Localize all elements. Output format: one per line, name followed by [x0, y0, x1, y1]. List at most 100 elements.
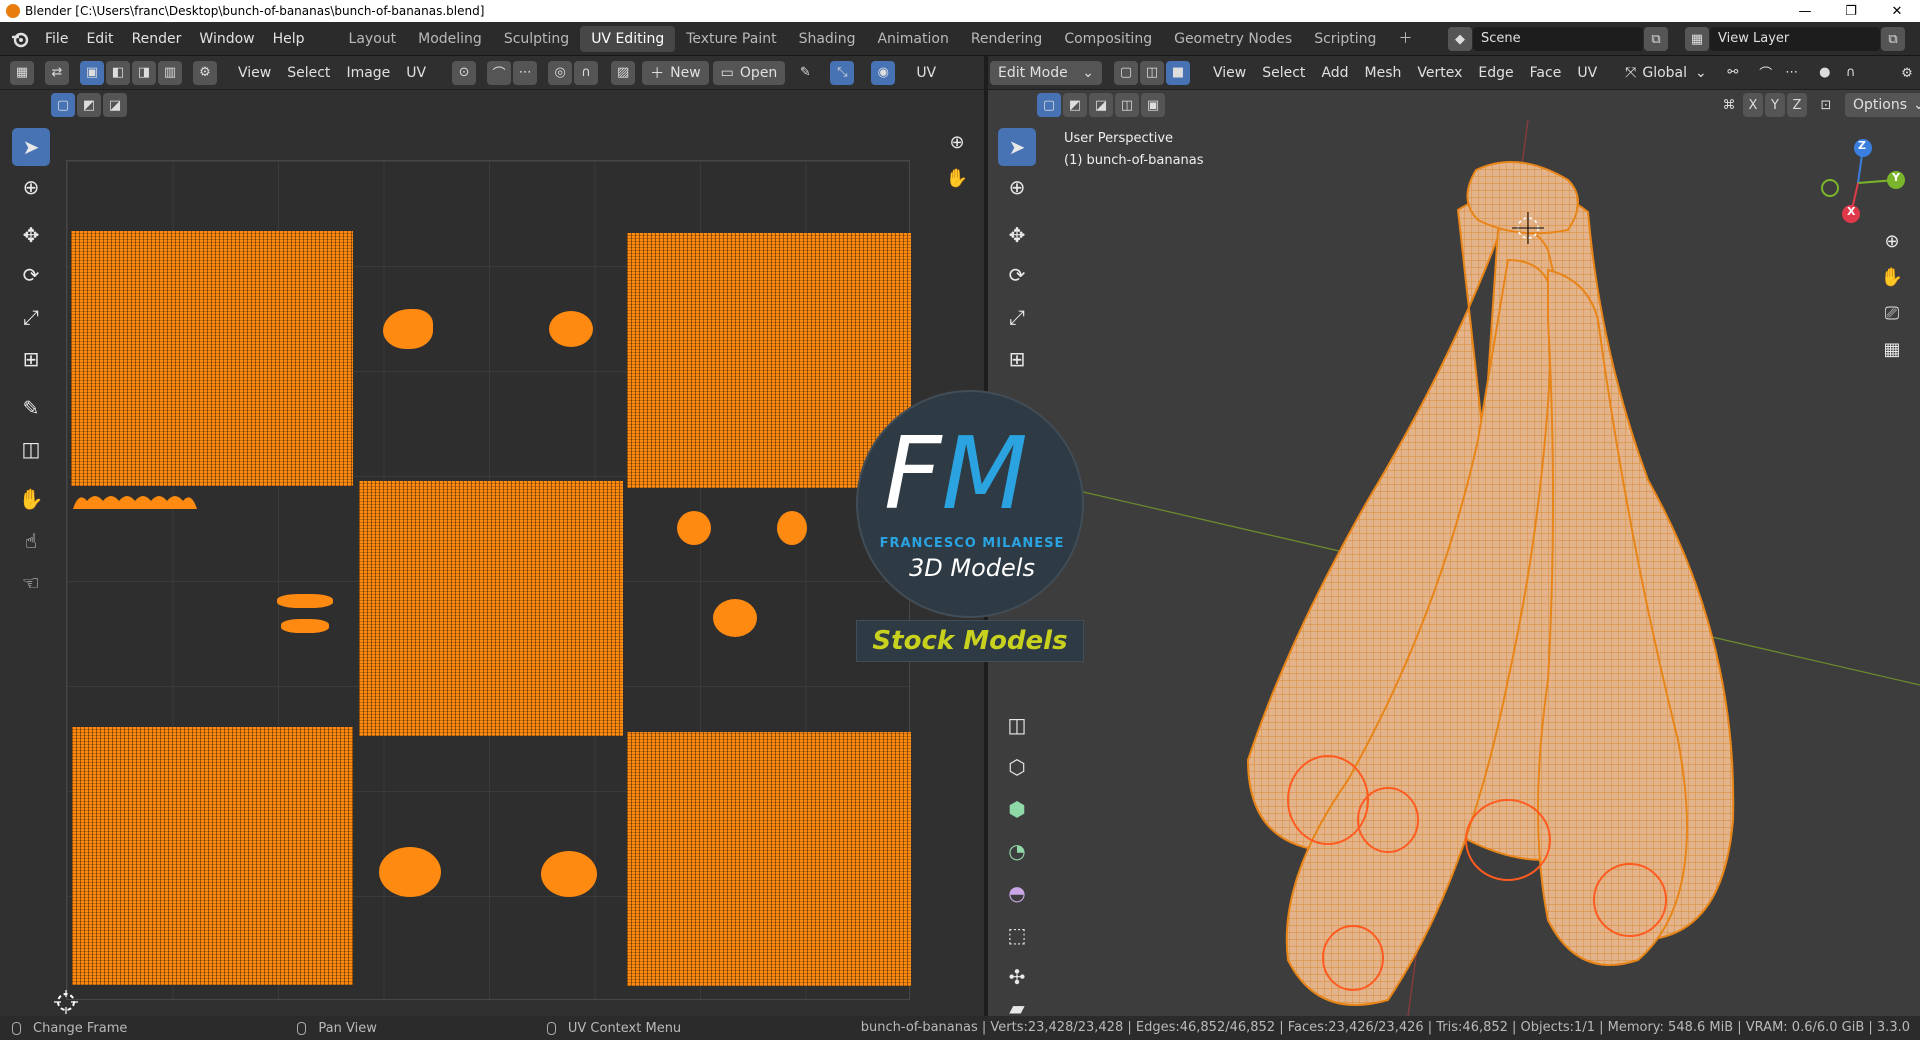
viewport-options-icon[interactable]: ⚙: [1894, 61, 1920, 85]
annotate-tool[interactable]: ✎: [12, 389, 50, 427]
uv-menu-image[interactable]: Image: [338, 61, 398, 85]
uv-island[interactable]: [713, 599, 757, 637]
poly-build-tool[interactable]: ⬢: [998, 790, 1036, 828]
pan-hand-icon[interactable]: ✋: [940, 161, 974, 195]
pin-icon[interactable]: ✎: [793, 61, 817, 85]
vp-menu-vertex[interactable]: Vertex: [1409, 61, 1470, 85]
tab-animation[interactable]: Animation: [866, 26, 959, 52]
ortho-grid-icon[interactable]: ▦: [1875, 332, 1909, 366]
menu-help[interactable]: Help: [264, 26, 314, 52]
uv-island[interactable]: [627, 732, 911, 986]
uv-island[interactable]: [677, 511, 711, 545]
vp-menu-select[interactable]: Select: [1254, 61, 1313, 85]
vp-pan-hand-icon[interactable]: ✋: [1875, 260, 1909, 294]
move-tool[interactable]: ✥: [12, 216, 50, 254]
pinch-tool[interactable]: ☜: [12, 564, 50, 602]
vp-select-new-icon[interactable]: ▢: [1037, 93, 1061, 117]
new-scene-icon[interactable]: ⧉: [1644, 27, 1668, 51]
uv-island[interactable]: [541, 851, 597, 897]
vp-select-box-tool[interactable]: ➤: [998, 128, 1036, 166]
grab-tool[interactable]: ✋: [12, 480, 50, 518]
vp-transform-tool[interactable]: ⊞: [998, 340, 1036, 378]
tab-uv-editing[interactable]: UV Editing: [580, 25, 676, 52]
mirror-y-toggle[interactable]: Y: [1765, 93, 1785, 117]
menu-window[interactable]: Window: [190, 26, 263, 52]
proportional-edit-icon[interactable]: ●: [1813, 61, 1837, 85]
tab-texture-paint[interactable]: Texture Paint: [675, 26, 787, 52]
vp-select-extend-icon[interactable]: ◩: [1063, 93, 1087, 117]
maximize-button[interactable]: ❐: [1828, 0, 1874, 22]
2d-cursor-icon[interactable]: [54, 990, 78, 1014]
snap-target-icon[interactable]: ⋯: [513, 60, 538, 85]
vp-select-subtract-icon[interactable]: ◪: [1089, 93, 1113, 117]
new-view-layer-icon[interactable]: ⧉: [1881, 27, 1905, 51]
vp-select-invert-icon[interactable]: ◫: [1115, 93, 1139, 117]
mirror-x-toggle[interactable]: X: [1743, 93, 1763, 117]
menu-edit[interactable]: Edit: [77, 26, 122, 52]
uv-menu-uv[interactable]: UV: [398, 61, 434, 85]
proportional-icon[interactable]: ◎: [548, 60, 573, 85]
camera-view-icon[interactable]: ⎚: [1875, 296, 1909, 330]
transform-tool[interactable]: ⊞: [12, 340, 50, 378]
shrink-fatten-tool[interactable]: ⬚: [998, 916, 1036, 954]
uv-island[interactable]: [71, 231, 353, 486]
view-layer-selector[interactable]: ▦ View Layer ⧉: [1684, 26, 1914, 52]
shear-tool[interactable]: ✣: [998, 958, 1036, 996]
uv-island[interactable]: [359, 481, 623, 736]
rotate-tool[interactable]: ⟳: [12, 256, 50, 294]
edge-select-icon[interactable]: ◧: [106, 60, 130, 85]
topology-mirror-icon[interactable]: ⊡: [1814, 93, 1838, 117]
scene-selector[interactable]: ◆ Scene ⧉: [1447, 26, 1677, 52]
vp-menu-edge[interactable]: Edge: [1470, 61, 1521, 85]
tab-rendering[interactable]: Rendering: [960, 26, 1054, 52]
snap-icon[interactable]: ⌒: [487, 60, 512, 85]
vp-menu-view[interactable]: View: [1205, 61, 1254, 85]
add-workspace-icon[interactable]: ＋: [1387, 26, 1423, 52]
vp-menu-face[interactable]: Face: [1522, 61, 1570, 85]
options-dropdown[interactable]: Options ⌄: [1845, 93, 1920, 117]
vp-cursor-tool[interactable]: ⊕: [998, 168, 1036, 206]
offset-edge-tool[interactable]: ⬡: [998, 748, 1036, 786]
blender-menu-icon[interactable]: [10, 29, 30, 49]
loop-cut-tool[interactable]: ◫: [998, 706, 1036, 744]
snap-options-icon[interactable]: ⋯: [1780, 61, 1804, 85]
face-mode-icon[interactable]: ■: [1166, 60, 1190, 85]
relax-tool[interactable]: ☝: [12, 522, 50, 560]
uv-truncated-menu[interactable]: UV: [912, 61, 940, 85]
pivot-point-icon[interactable]: ⚯: [1721, 61, 1745, 85]
cursor-tool[interactable]: ⊕: [12, 168, 50, 206]
vp-menu-add[interactable]: Add: [1313, 61, 1356, 85]
vp-scale-tool[interactable]: ⤢: [998, 298, 1036, 336]
tab-scripting[interactable]: Scripting: [1303, 26, 1387, 52]
vertex-select-icon[interactable]: ▣: [80, 60, 104, 85]
falloff-icon[interactable]: ∩: [574, 60, 599, 85]
vp-select-intersect-icon[interactable]: ▣: [1141, 93, 1165, 117]
sync-selection-icon[interactable]: ⇄: [45, 60, 69, 85]
edge-mode-icon[interactable]: ◫: [1140, 60, 1164, 85]
select-extend-icon[interactable]: ◩: [77, 93, 101, 117]
uv-island[interactable]: [72, 727, 353, 985]
pivot-icon[interactable]: ⊙: [452, 60, 477, 85]
tab-geometry-nodes[interactable]: Geometry Nodes: [1163, 26, 1303, 52]
open-image-button[interactable]: ▭ Open: [712, 60, 786, 85]
zoom-icon[interactable]: ⊕: [940, 125, 974, 159]
vp-move-tool[interactable]: ✥: [998, 216, 1036, 254]
uv-island[interactable]: [549, 311, 593, 347]
gizmo-toggle-icon[interactable]: ⤡: [830, 60, 855, 85]
uv-menu-select[interactable]: Select: [279, 61, 338, 85]
new-image-button[interactable]: ＋ New: [642, 60, 709, 85]
overlay-toggle-icon[interactable]: ◉: [871, 60, 896, 85]
tab-compositing[interactable]: Compositing: [1053, 26, 1163, 52]
snap-toggle-icon[interactable]: ⌒: [1754, 61, 1778, 85]
editor-type-icon[interactable]: ▦: [10, 60, 34, 85]
image-browse-icon[interactable]: ▨: [611, 60, 636, 85]
uv-canvas[interactable]: [66, 160, 911, 1000]
rip-tool[interactable]: ◫: [12, 430, 50, 468]
view-layer-name[interactable]: View Layer: [1710, 27, 1880, 51]
vp-zoom-icon[interactable]: ⊕: [1875, 224, 1909, 258]
uv-island[interactable]: [281, 619, 329, 633]
uv-island[interactable]: [71, 489, 199, 511]
sticky-select-icon[interactable]: ⚙: [193, 60, 217, 85]
close-window-button[interactable]: ✕: [1874, 0, 1920, 22]
uv-island[interactable]: [777, 511, 807, 545]
